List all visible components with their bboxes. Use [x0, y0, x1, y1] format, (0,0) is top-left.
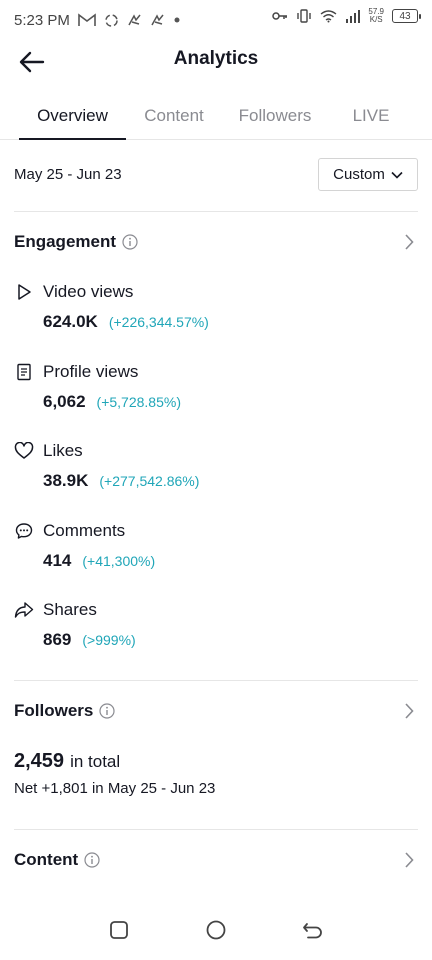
- info-icon[interactable]: [99, 703, 115, 719]
- share-icon: [14, 600, 34, 620]
- square-icon: [109, 921, 128, 939]
- followers-header[interactable]: Followers: [14, 696, 418, 726]
- divider: [14, 829, 418, 830]
- followers-total: 2,459 in total: [14, 750, 120, 773]
- more-notifications-dot-icon: [174, 17, 180, 23]
- chevron-right-icon: [405, 703, 414, 719]
- metric-shares: Shares 869 (>999%): [14, 598, 418, 658]
- metric-value: 869: [43, 630, 72, 649]
- system-nav-bar: [0, 900, 432, 960]
- metric-change: (+277,542.86%): [99, 473, 200, 489]
- system-status-icons: 57.9 K/S 43: [272, 8, 421, 24]
- comment-icon: [14, 521, 34, 541]
- metric-change: (+226,344.57%): [108, 314, 209, 330]
- engagement-header[interactable]: Engagement: [14, 227, 418, 257]
- home-button[interactable]: [196, 910, 236, 950]
- divider: [14, 211, 418, 212]
- metric-label: Video views: [43, 282, 134, 301]
- metric-value: 38.9K: [43, 471, 89, 490]
- metric-label: Profile views: [43, 362, 139, 381]
- wifi-icon: [320, 10, 337, 23]
- divider: [14, 680, 418, 681]
- key-icon: [272, 12, 288, 20]
- vibrate-icon: [297, 9, 312, 23]
- metric-label: Comments: [43, 521, 126, 540]
- metric-label: Shares: [43, 600, 97, 619]
- followers-net: Net +1,801 in May 25 - Jun 23: [14, 780, 216, 797]
- page-title: Analytics: [173, 48, 259, 69]
- header: Analytics: [0, 40, 432, 82]
- app-notification-icon-2: [151, 14, 164, 26]
- tab-followers[interactable]: Followers: [230, 92, 320, 139]
- status-bar: 5:23 PM 57.9 K/S 43: [0, 0, 432, 40]
- metric-likes: Likes 38.9K (+277,542.86%): [14, 439, 418, 499]
- metric-change: (+41,300%): [82, 553, 156, 569]
- metric-value: 624.0K: [43, 312, 98, 331]
- chevron-right-icon: [405, 234, 414, 250]
- play-icon: [14, 282, 34, 302]
- network-speed-unit: K/S: [369, 15, 383, 24]
- heart-icon: [14, 441, 34, 461]
- metric-value: 414: [43, 551, 72, 570]
- metric-label: Likes: [43, 441, 83, 460]
- date-range: May 25 - Jun 23: [14, 166, 122, 183]
- gmail-icon: [78, 13, 96, 26]
- content-header[interactable]: Content: [14, 845, 418, 875]
- tab-live[interactable]: LIVE: [340, 92, 402, 139]
- metric-profile-views: Profile views 6,062 (+5,728.85%): [14, 360, 418, 420]
- followers-title: Followers: [14, 701, 94, 720]
- content-title: Content: [14, 850, 79, 869]
- tab-overview[interactable]: Overview: [19, 92, 126, 140]
- battery-level: 43: [399, 10, 411, 22]
- circle-icon: [206, 920, 226, 940]
- custom-date-label: Custom: [333, 166, 385, 183]
- profile-doc-icon: [14, 362, 34, 382]
- tab-content[interactable]: Content: [134, 92, 214, 139]
- followers-total-suffix: in total: [70, 752, 121, 771]
- metric-comments: Comments 414 (+41,300%): [14, 519, 418, 579]
- metric-video-views: Video views 624.0K (+226,344.57%): [14, 280, 418, 340]
- date-filter-row: May 25 - Jun 23 Custom: [14, 158, 418, 192]
- notification-icons: [78, 13, 181, 28]
- followers-total-value: 2,459: [14, 750, 65, 772]
- battery-icon: 43: [392, 9, 421, 23]
- metric-change: (>999%): [82, 632, 136, 648]
- metric-value: 6,062: [43, 392, 86, 411]
- chevron-right-icon: [405, 852, 414, 868]
- info-icon[interactable]: [84, 852, 100, 868]
- custom-date-button[interactable]: Custom: [318, 158, 418, 191]
- app-notification-icon: [128, 14, 141, 26]
- network-speed: 57.9 K/S: [368, 8, 384, 24]
- recents-button[interactable]: [99, 910, 139, 950]
- metric-change: (+5,728.85%): [96, 394, 181, 410]
- back-nav-icon: [303, 923, 323, 939]
- engagement-title: Engagement: [14, 232, 117, 251]
- tab-bar: Overview Content Followers LIVE: [0, 92, 432, 140]
- chevron-down-icon: [391, 171, 403, 179]
- sync-icon: [105, 13, 118, 27]
- status-time: 5:23 PM: [14, 11, 70, 29]
- back-nav-button[interactable]: [293, 910, 333, 950]
- info-icon[interactable]: [122, 234, 138, 250]
- signal-icon: [346, 9, 361, 23]
